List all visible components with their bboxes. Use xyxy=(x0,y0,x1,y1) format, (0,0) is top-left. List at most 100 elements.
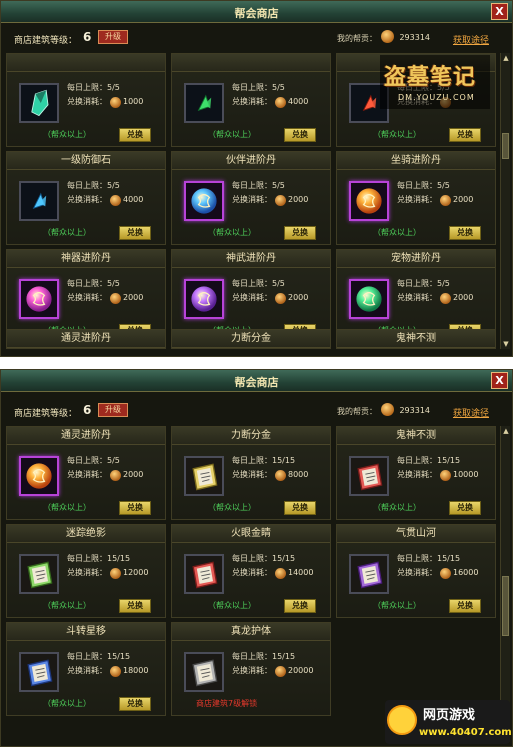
shop-item-card-partial: 力断分金 xyxy=(171,329,331,349)
exchange-button[interactable]: 兑换 xyxy=(284,501,316,515)
exchange-button[interactable]: 兑换 xyxy=(119,697,151,711)
coin-bag-icon xyxy=(381,30,394,43)
cost-row: 兑换消耗： 2000 xyxy=(232,193,327,207)
scroll-down-icon[interactable]: ▼ xyxy=(501,339,511,349)
item-name: 宠物进阶丹 xyxy=(337,250,495,268)
scrollbar[interactable]: ▲ ▼ xyxy=(500,426,510,742)
rank-requirement: （帮众以上） xyxy=(373,503,421,512)
item-info: 每日上限：5/5 兑换消耗： 2000 xyxy=(67,277,162,305)
daily-limit: 每日上限：5/5 xyxy=(397,279,450,288)
coin-bag-icon xyxy=(110,292,121,304)
green-book-icon[interactable] xyxy=(19,554,59,594)
item-name: 伙伴进阶丹 xyxy=(172,152,330,170)
cost-row: 兑换消耗： 2000 xyxy=(67,468,162,482)
daily-limit: 每日上限：5/5 xyxy=(67,83,120,92)
cost-row: 兑换消耗： 4000 xyxy=(232,95,327,109)
purple-book-icon[interactable] xyxy=(349,554,389,594)
red-book-icon[interactable] xyxy=(184,554,224,594)
grey-book-icon[interactable] xyxy=(184,652,224,692)
upgrade-button[interactable]: 升级 xyxy=(98,30,128,44)
shop-item-card: 斗转星移 每日上限：15/15 兑换消耗： 18000 （帮众以上） 兑换 xyxy=(6,622,166,716)
item-info: 每日上限：15/15 兑换消耗： 8000 xyxy=(232,454,327,482)
coin-bag-icon xyxy=(381,403,394,416)
item-name: 气贯山河 xyxy=(337,525,495,543)
scroll-thumb[interactable] xyxy=(502,576,509,636)
cost-value: 2000 xyxy=(123,470,144,479)
exchange-button[interactable]: 兑换 xyxy=(119,501,151,515)
daily-limit: 每日上限：15/15 xyxy=(67,554,131,563)
blue-book-icon[interactable] xyxy=(19,652,59,692)
exchange-button[interactable]: 兑换 xyxy=(284,226,316,240)
guild-shop-panel-top: 帮会商店 X 商店建筑等级： 6 升级 我的帮贡： 293314 获取途径 每日… xyxy=(0,0,513,357)
site-watermark: 网页游戏 www.40407.com xyxy=(385,700,512,744)
green-shard-icon[interactable] xyxy=(184,83,224,123)
item-name: 火眼金睛 xyxy=(172,525,330,543)
cost-label: 兑换消耗： xyxy=(67,568,107,577)
rank-requirement: （帮众以上） xyxy=(208,503,256,512)
crystal-icon[interactable] xyxy=(19,83,59,123)
cost-value: 2000 xyxy=(123,293,144,302)
rank-requirement: 商店建筑7级解锁 xyxy=(196,699,258,708)
rank-requirement: （帮众以上） xyxy=(373,601,421,610)
daily-limit: 每日上限：5/5 xyxy=(67,279,120,288)
item-name: 通灵进阶丹 xyxy=(7,427,165,445)
shop-info-bar: 商店建筑等级： 6 升级 我的帮贡： 293314 获取途径 xyxy=(1,398,512,422)
window-titlebar: 帮会商店 X xyxy=(1,1,512,23)
green-orb-icon[interactable] xyxy=(349,279,389,319)
cost-value: 2000 xyxy=(453,195,474,204)
red-book-icon[interactable] xyxy=(349,456,389,496)
exchange-button[interactable]: 兑换 xyxy=(449,128,481,142)
cost-row: 兑换消耗： 18000 xyxy=(67,664,162,678)
scroll-up-icon[interactable]: ▲ xyxy=(501,53,511,63)
cost-value: 20000 xyxy=(288,666,314,675)
obtain-methods-link[interactable]: 获取途径 xyxy=(453,406,489,419)
shop-level-value: 6 xyxy=(83,403,92,417)
item-body: 每日上限：15/15 兑换消耗： 10000 （帮众以上） 兑换 xyxy=(337,445,495,519)
item-name: 鬼神不测 xyxy=(337,427,495,445)
rank-requirement: （帮众以上） xyxy=(43,503,91,512)
exchange-button[interactable]: 兑换 xyxy=(449,501,481,515)
logo-url: DM.YOUZU.COM xyxy=(398,93,475,102)
obtain-methods-link[interactable]: 获取途径 xyxy=(453,33,489,46)
scroll-up-icon[interactable]: ▲ xyxy=(501,426,511,436)
close-button[interactable]: X xyxy=(491,372,508,389)
rank-requirement: （帮众以上） xyxy=(43,228,91,237)
coin-bag-icon xyxy=(440,567,451,579)
item-body: 每日上限：15/15 兑换消耗： 16000 （帮众以上） 兑换 xyxy=(337,543,495,617)
daily-limit: 每日上限：15/15 xyxy=(397,554,461,563)
coin-bag-icon xyxy=(110,665,121,677)
orange-orb-icon[interactable] xyxy=(19,456,59,496)
cost-label: 兑换消耗： xyxy=(397,568,437,577)
guild-shop-panel-bottom: 帮会商店 X 商店建筑等级： 6 升级 我的帮贡： 293314 获取途径 通灵… xyxy=(0,369,513,747)
scroll-thumb[interactable] xyxy=(502,133,509,159)
exchange-button[interactable]: 兑换 xyxy=(284,599,316,613)
coin-bag-icon xyxy=(110,469,121,481)
orange-orb-icon[interactable] xyxy=(349,181,389,221)
blue-orb-icon[interactable] xyxy=(184,181,224,221)
exchange-button[interactable]: 兑换 xyxy=(449,226,481,240)
upgrade-button[interactable]: 升级 xyxy=(98,403,128,417)
logo-title: 盗墓笔记 xyxy=(384,64,477,90)
cost-row: 兑换消耗： 12000 xyxy=(67,566,162,580)
cost-label: 兑换消耗： xyxy=(67,470,107,479)
cost-label: 兑换消耗： xyxy=(232,97,272,106)
contribution-label: 我的帮贡： xyxy=(337,407,377,416)
exchange-button[interactable]: 兑换 xyxy=(119,226,151,240)
exchange-button[interactable]: 兑换 xyxy=(119,128,151,142)
shop-item-card-partial: 鬼神不测 xyxy=(336,329,496,349)
violet-orb-icon[interactable] xyxy=(184,279,224,319)
item-name: 真龙护体 xyxy=(172,623,330,641)
blue-shard-icon[interactable] xyxy=(19,181,59,221)
daily-limit: 每日上限：15/15 xyxy=(67,652,131,661)
scrollbar[interactable]: ▲ ▼ xyxy=(500,53,510,349)
yellow-book-icon[interactable] xyxy=(184,456,224,496)
magenta-orb-icon[interactable] xyxy=(19,279,59,319)
shop-item-card: 每日上限：5/5 兑换消耗： 1000 （帮众以上） 兑换 xyxy=(6,53,166,147)
exchange-button[interactable]: 兑换 xyxy=(119,599,151,613)
close-button[interactable]: X xyxy=(491,3,508,20)
coin-bag-icon xyxy=(440,469,451,481)
shop-item-card: 每日上限：5/5 兑换消耗： 4000 （帮众以上） 兑换 xyxy=(171,53,331,147)
exchange-button[interactable]: 兑换 xyxy=(449,599,481,613)
exchange-button[interactable]: 兑换 xyxy=(284,128,316,142)
shop-item-card: 气贯山河 每日上限：15/15 兑换消耗： 16000 （帮众以上） 兑换 xyxy=(336,524,496,618)
